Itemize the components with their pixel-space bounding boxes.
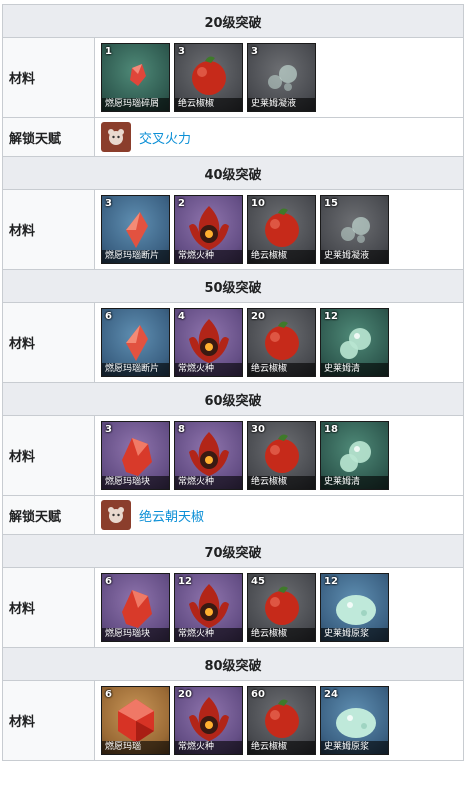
unlock-talent-label: 解锁天赋 (3, 496, 95, 534)
crossfire-talent-icon[interactable] (101, 122, 131, 152)
material-quantity: 15 (324, 198, 338, 209)
unlock-talent-row: 解锁天赋 交叉火力 (3, 118, 463, 157)
material-quantity: 3 (105, 198, 112, 209)
material-name: 史莱姆凝液 (248, 98, 315, 111)
material-item[interactable]: 6 燃愿玛瑙 (101, 686, 170, 755)
material-name: 燃愿玛瑙块 (102, 628, 169, 641)
material-item[interactable]: 6 燃愿玛瑙块 (101, 573, 170, 642)
materials-label: 材料 (3, 681, 95, 760)
unlock-talent-label: 解锁天赋 (3, 118, 95, 156)
materials-label: 材料 (3, 303, 95, 382)
material-quantity: 2 (178, 198, 185, 209)
material-item[interactable]: 30 绝云椒椒 (247, 421, 316, 490)
material-quantity: 12 (324, 311, 338, 322)
material-item[interactable]: 3 燃愿玛瑙断片 (101, 195, 170, 264)
material-item[interactable]: 20 绝云椒椒 (247, 308, 316, 377)
material-name: 常燃火种 (175, 363, 242, 376)
material-name: 常燃火种 (175, 741, 242, 754)
material-name: 绝云椒椒 (248, 250, 315, 263)
materials-label: 材料 (3, 568, 95, 647)
material-name: 常燃火种 (175, 628, 242, 641)
ascension-level-header: 80级突破 (3, 648, 463, 681)
material-quantity: 30 (251, 424, 265, 435)
material-item[interactable]: 8 常燃火种 (174, 421, 243, 490)
material-name: 燃愿玛瑙碎屑 (102, 98, 169, 111)
material-item[interactable]: 3 绝云椒椒 (174, 43, 243, 112)
materials-label: 材料 (3, 416, 95, 495)
material-name: 燃愿玛瑙块 (102, 476, 169, 489)
material-item[interactable]: 1 燃愿玛瑙碎屑 (101, 43, 170, 112)
material-name: 燃愿玛瑙断片 (102, 250, 169, 263)
material-name: 绝云椒椒 (175, 98, 242, 111)
materials-label: 材料 (3, 190, 95, 269)
materials-row: 材料 1 燃愿玛瑙碎屑 3 绝云椒椒 3 史莱姆凝液 (3, 38, 463, 118)
material-name: 燃愿玛瑙断片 (102, 363, 169, 376)
material-item[interactable]: 12 史莱姆清 (320, 308, 389, 377)
material-item[interactable]: 20 常燃火种 (174, 686, 243, 755)
material-quantity: 3 (178, 46, 185, 57)
materials-row: 材料 6 燃愿玛瑙 20 常燃火种 60 绝云椒椒 24 史莱姆原浆 (3, 681, 463, 760)
material-quantity: 4 (178, 311, 185, 322)
material-name: 常燃火种 (175, 476, 242, 489)
materials-row: 材料 3 燃愿玛瑙断片 2 常燃火种 10 绝云椒椒 15 史莱姆凝液 (3, 190, 463, 270)
material-quantity: 10 (251, 198, 265, 209)
talent-name-link[interactable]: 交叉火力 (139, 128, 191, 147)
ascension-level-header: 70级突破 (3, 535, 463, 568)
ascension-level-header: 50级突破 (3, 270, 463, 303)
material-name: 史莱姆凝液 (321, 250, 388, 263)
material-quantity: 60 (251, 689, 265, 700)
materials-label: 材料 (3, 38, 95, 117)
material-item[interactable]: 3 燃愿玛瑙块 (101, 421, 170, 490)
unlock-talent-row: 解锁天赋 绝云朝天椒 (3, 496, 463, 535)
material-item[interactable]: 15 史莱姆凝液 (320, 195, 389, 264)
chili-talent-icon[interactable] (101, 500, 131, 530)
material-item[interactable]: 10 绝云椒椒 (247, 195, 316, 264)
material-item[interactable]: 6 燃愿玛瑙断片 (101, 308, 170, 377)
material-item[interactable]: 3 史莱姆凝液 (247, 43, 316, 112)
material-name: 绝云椒椒 (248, 363, 315, 376)
material-name: 绝云椒椒 (248, 476, 315, 489)
ascension-level-header: 20级突破 (3, 5, 463, 38)
material-quantity: 20 (251, 311, 265, 322)
material-name: 常燃火种 (175, 250, 242, 263)
materials-row: 材料 6 燃愿玛瑙块 12 常燃火种 45 绝云椒椒 12 史莱姆原浆 (3, 568, 463, 648)
material-name: 燃愿玛瑙 (102, 741, 169, 754)
material-quantity: 18 (324, 424, 338, 435)
material-item[interactable]: 60 绝云椒椒 (247, 686, 316, 755)
material-item[interactable]: 24 史莱姆原浆 (320, 686, 389, 755)
material-item[interactable]: 2 常燃火种 (174, 195, 243, 264)
material-quantity: 6 (105, 689, 112, 700)
material-quantity: 6 (105, 576, 112, 587)
material-name: 史莱姆原浆 (321, 741, 388, 754)
talent-name-link[interactable]: 绝云朝天椒 (139, 506, 204, 525)
ascension-level-header: 40级突破 (3, 157, 463, 190)
material-name: 史莱姆清 (321, 363, 388, 376)
material-quantity: 6 (105, 311, 112, 322)
materials-row: 材料 3 燃愿玛瑙块 8 常燃火种 30 绝云椒椒 18 史莱姆清 (3, 416, 463, 496)
ascension-materials-table: 20级突破 材料 1 燃愿玛瑙碎屑 3 绝云椒椒 3 史莱姆凝液 解锁天赋 交叉火力 40级突破 材料… (2, 4, 464, 761)
material-item[interactable]: 12 史莱姆原浆 (320, 573, 389, 642)
material-quantity: 3 (105, 424, 112, 435)
material-quantity: 8 (178, 424, 185, 435)
material-quantity: 24 (324, 689, 338, 700)
materials-row: 材料 6 燃愿玛瑙断片 4 常燃火种 20 绝云椒椒 12 史莱姆清 (3, 303, 463, 383)
material-quantity: 45 (251, 576, 265, 587)
material-quantity: 1 (105, 46, 112, 57)
material-item[interactable]: 4 常燃火种 (174, 308, 243, 377)
material-quantity: 20 (178, 689, 192, 700)
material-name: 绝云椒椒 (248, 628, 315, 641)
material-name: 史莱姆原浆 (321, 628, 388, 641)
material-quantity: 12 (324, 576, 338, 587)
ascension-level-header: 60级突破 (3, 383, 463, 416)
material-item[interactable]: 18 史莱姆清 (320, 421, 389, 490)
material-item[interactable]: 45 绝云椒椒 (247, 573, 316, 642)
material-name: 史莱姆清 (321, 476, 388, 489)
material-quantity: 12 (178, 576, 192, 587)
material-quantity: 3 (251, 46, 258, 57)
material-name: 绝云椒椒 (248, 741, 315, 754)
material-item[interactable]: 12 常燃火种 (174, 573, 243, 642)
